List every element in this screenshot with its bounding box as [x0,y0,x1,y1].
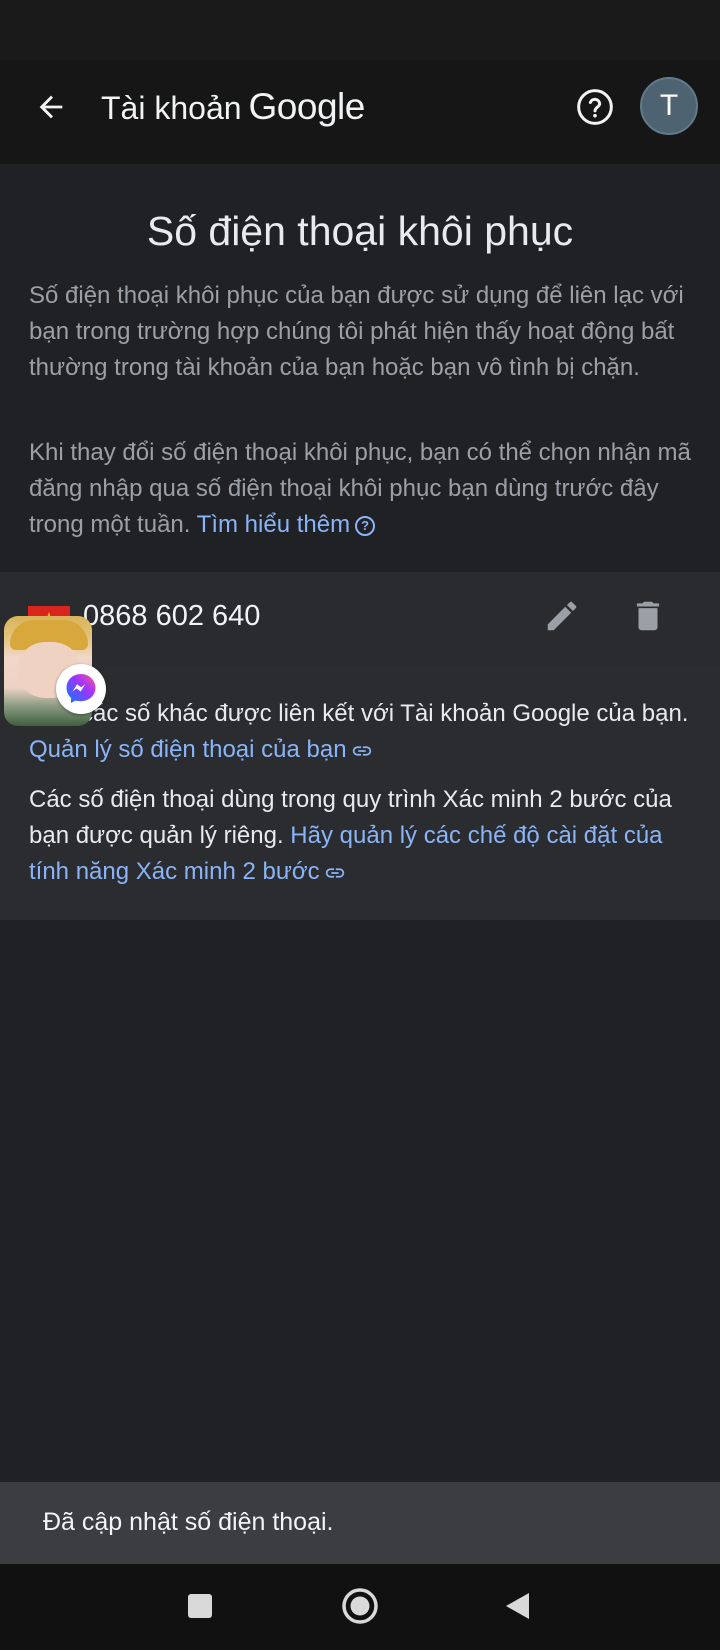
recovery-phone-row: 0868 602 640 [0,572,720,666]
app-bar: Tài khoản Google T [0,60,720,164]
account-avatar[interactable]: T [640,77,698,135]
google-wordmark: Google [248,86,366,127]
square-icon [188,1594,212,1618]
manage-phone-numbers-link[interactable]: Quản lý số điện thoại của bạn [29,736,373,763]
back-button[interactable] [26,82,76,132]
info-box: ể có các số khác được liên kết với Tài k… [0,666,720,920]
system-nav-bar [0,1564,720,1650]
learn-more-link[interactable]: Tìm hiểu thêm? [196,511,376,538]
learn-more-label: Tìm hiểu thêm [196,511,351,538]
info-paragraph-2: Các số điện thoại dùng trong quy trình X… [29,782,697,890]
snackbar-message: Đã cập nhật số điện thoại. [43,1508,334,1536]
manage-phone-numbers-label: Quản lý số điện thoại của bạn [29,736,347,763]
recents-button[interactable] [172,1578,228,1634]
snackbar: Đã cập nhật số điện thoại. [0,1482,720,1564]
arrow-back-icon [39,95,63,119]
info-paragraph-1: ể có các số khác được liên kết với Tài k… [29,696,697,768]
edit-phone-button[interactable] [538,592,586,640]
phone-number: 0868 602 640 [83,600,261,632]
messenger-chat-head[interactable] [4,616,106,728]
home-button[interactable] [332,1578,388,1634]
triangle-back-icon [506,1593,529,1619]
info-paragraph-1-text: ể có các số khác được liên kết với Tài k… [29,700,689,727]
home-circle-icon [342,1588,378,1624]
delete-phone-button[interactable] [624,592,672,640]
status-bar [0,0,720,60]
help-circle-icon [577,89,613,125]
back-nav-button[interactable] [490,1578,546,1634]
pencil-icon [547,601,577,631]
help-small-icon: ? [355,515,376,536]
app-title-prefix: Tài khoản [101,90,242,126]
messenger-icon [56,664,106,714]
description-paragraph-2: Khi thay đổi số điện thoại khôi phục, bạ… [29,435,697,543]
help-button[interactable] [570,82,620,132]
description-paragraph-1: Số điện thoại khôi phục của bạn được sử … [29,282,684,381]
link-icon [325,868,344,878]
main-content: Số điện thoại khôi phục Số điện thoại kh… [0,164,720,1480]
link-icon [352,746,371,756]
app-title: Tài khoản Google [101,86,365,128]
trash-icon [636,601,660,631]
page-title: Số điện thoại khôi phục [146,208,574,254]
